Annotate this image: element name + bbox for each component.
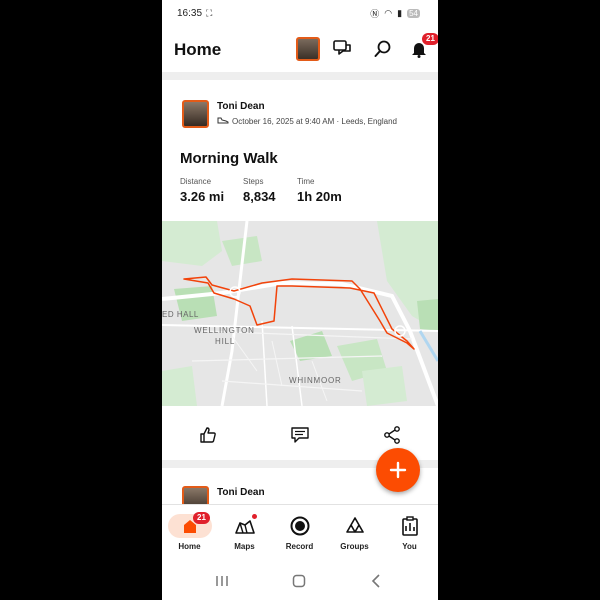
bottom-tab-bar: 21 Home Maps Record Groups You: [162, 504, 438, 563]
screenshot-icon: ⛶: [206, 8, 213, 18]
page-title: Home: [174, 40, 222, 59]
activity-datetime-location: October 16, 2025 at 9:40 AM · Leeds, Eng…: [232, 117, 397, 126]
status-bar: 16:35 ⛶ Ⓝ ◠ ▮ 54: [162, 0, 438, 28]
profile-avatar[interactable]: [296, 37, 320, 61]
tab-label: Groups: [340, 542, 369, 551]
athlete-name[interactable]: Toni Dean: [217, 101, 265, 112]
route-map[interactable]: ED HALL WELLINGTON HILL WHINMOOR: [162, 220, 438, 407]
tab-record[interactable]: Record: [272, 505, 327, 563]
map-label-ed-hall: ED HALL: [162, 310, 199, 319]
tab-label: Maps: [234, 542, 255, 551]
stat-label: Distance: [180, 177, 212, 186]
battery-indicator: 54: [407, 9, 420, 18]
athlete-avatar[interactable]: [182, 100, 209, 128]
comment-icon[interactable]: [289, 424, 311, 446]
map-label-hill: HILL: [215, 337, 235, 346]
status-icons: Ⓝ ◠ ▮ 54: [370, 7, 420, 20]
phone-screen: 16:35 ⛶ Ⓝ ◠ ▮ 54 Home 21 Toni Dean Octob…: [162, 0, 438, 600]
tab-label: You: [402, 542, 417, 551]
map-label-wellington: WELLINGTON: [194, 326, 255, 335]
notifications-badge: 21: [422, 33, 438, 45]
stat-label: Steps: [243, 177, 264, 186]
add-fab-button[interactable]: [376, 448, 420, 492]
stat-distance: Distance 3.26 mi: [180, 177, 224, 204]
plus-icon: [389, 461, 407, 479]
map-label-whinmoor: WHINMOOR: [289, 376, 342, 385]
system-nav-bar: [162, 562, 438, 600]
messages-icon[interactable]: [332, 38, 354, 60]
tab-home[interactable]: 21 Home: [162, 505, 217, 563]
kudos-thumbs-up-icon[interactable]: [197, 424, 219, 446]
activity-feed[interactable]: Toni Dean October 16, 2025 at 9:40 AM · …: [162, 72, 438, 504]
status-time: 16:35: [177, 8, 203, 19]
stat-time: Time 1h 20m: [297, 177, 342, 204]
tab-maps[interactable]: Maps: [217, 505, 272, 563]
stat-value: 8,834: [243, 189, 276, 204]
shoe-icon: [217, 117, 229, 126]
stat-label: Time: [297, 177, 315, 186]
wifi-icon: ◠: [384, 8, 393, 18]
athlete-name[interactable]: Toni Dean: [217, 487, 265, 498]
you-profile-icon: [399, 515, 421, 537]
activity-title[interactable]: Morning Walk: [180, 150, 278, 167]
maps-notification-dot: [252, 514, 257, 519]
back-icon[interactable]: [366, 572, 386, 590]
share-icon[interactable]: [381, 424, 403, 446]
activity-card[interactable]: Toni Dean October 16, 2025 at 9:40 AM · …: [162, 80, 438, 460]
record-icon: [289, 515, 311, 537]
activity-meta: October 16, 2025 at 9:40 AM · Leeds, Eng…: [217, 117, 397, 126]
tab-you[interactable]: You: [382, 505, 437, 563]
tab-groups[interactable]: Groups: [327, 505, 382, 563]
stat-value: 3.26 mi: [180, 189, 225, 204]
stat-steps: Steps 8,834: [243, 177, 276, 204]
athlete-avatar[interactable]: [182, 486, 209, 504]
search-icon[interactable]: [372, 38, 394, 60]
recents-icon[interactable]: [212, 572, 232, 590]
home-tab-badge: 21: [193, 512, 210, 524]
app-header: Home 21: [162, 28, 438, 72]
groups-icon: [344, 515, 366, 537]
signal-icon: ▮: [397, 8, 403, 18]
tab-label: Record: [285, 542, 314, 551]
home-nav-icon[interactable]: [289, 572, 309, 590]
tab-label: Home: [178, 542, 201, 551]
stat-value: 1h 20m: [297, 189, 342, 204]
nfc-icon: Ⓝ: [370, 9, 380, 19]
